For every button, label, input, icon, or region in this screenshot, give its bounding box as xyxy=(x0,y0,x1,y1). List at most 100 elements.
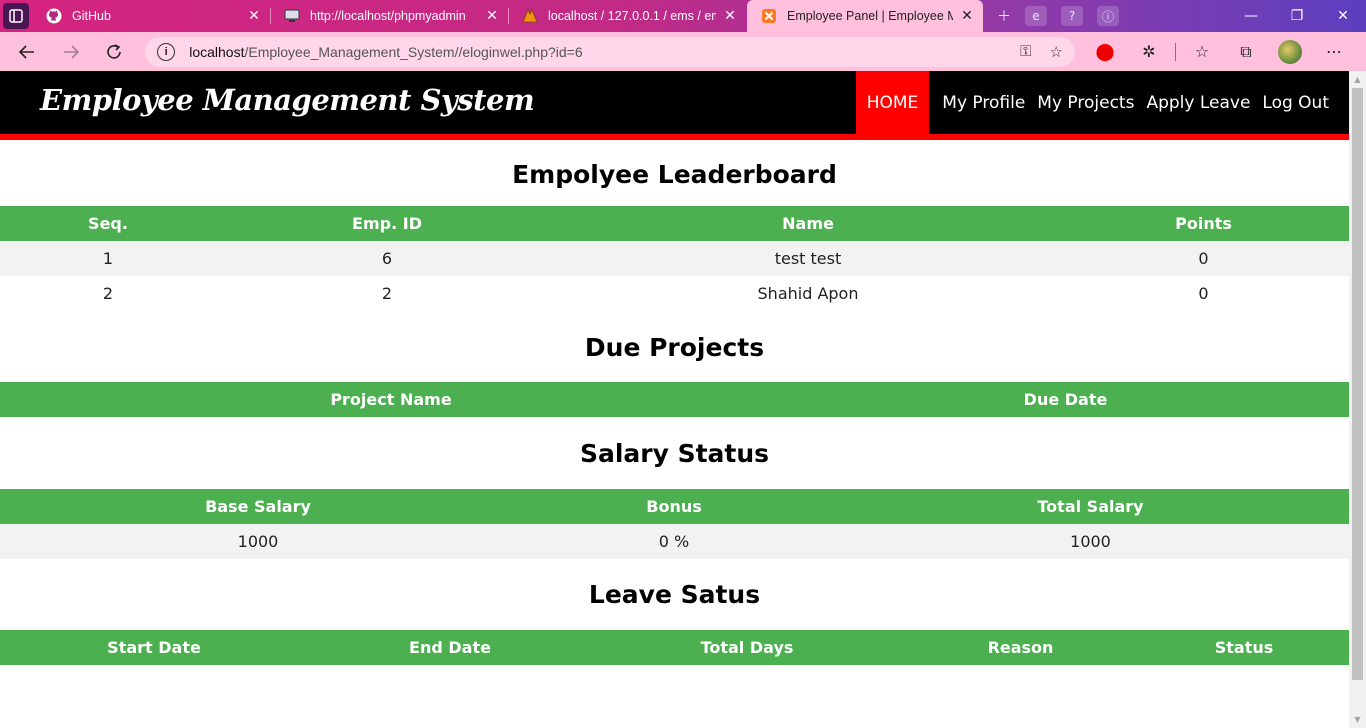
tab-extras: ＋ e ? ⓘ xyxy=(983,0,1119,32)
table-header-row: Base Salary Bonus Total Salary xyxy=(0,489,1349,524)
help-icon[interactable]: ? xyxy=(1061,6,1083,26)
browser-toolbar: i localhost/Employee_Management_System//… xyxy=(0,32,1366,71)
table-header-row: Seq. Emp. ID Name Points xyxy=(0,206,1349,241)
column-header: Project Name xyxy=(0,382,782,417)
leave-table: Start Date End Date Total Days Reason St… xyxy=(0,630,1349,665)
table-header-row: Start Date End Date Total Days Reason St… xyxy=(0,630,1349,665)
phpmyadmin-icon xyxy=(522,8,538,24)
table-cell: test test xyxy=(558,241,1058,276)
due-projects-table: Project Name Due Date xyxy=(0,382,1349,417)
address-bar[interactable]: i localhost/Employee_Management_System//… xyxy=(145,36,1075,67)
table-row: 2 2 Shahid Apon 0 xyxy=(0,276,1349,311)
table-cell: Shahid Apon xyxy=(757,284,859,303)
page-viewport: Employee Management System HOME My Profi… xyxy=(0,71,1366,728)
close-icon[interactable]: ✕ xyxy=(722,8,738,24)
favorites-icon[interactable]: ☆ xyxy=(1180,36,1224,68)
column-header: Start Date xyxy=(0,630,308,665)
salary-table: Base Salary Bonus Total Salary 1000 0 % … xyxy=(0,489,1349,559)
nav-apply-leave[interactable]: Apply Leave xyxy=(1140,71,1256,134)
url-host: localhost xyxy=(189,43,245,60)
url-path: /Employee_Management_System//eloginwel.p… xyxy=(244,43,583,60)
scroll-down-icon[interactable]: ▼ xyxy=(1349,711,1366,728)
tab-phpmyadmin-db[interactable]: localhost / 127.0.0.1 / ems / emp ✕ xyxy=(508,0,746,32)
xampp-icon xyxy=(761,8,777,24)
leave-status-title: Leave Satus xyxy=(588,580,761,609)
nav-my-projects[interactable]: My Projects xyxy=(1031,71,1140,134)
close-icon[interactable]: ✕ xyxy=(246,8,262,24)
column-header: Reason xyxy=(902,630,1139,665)
column-header: Due Date xyxy=(782,382,1349,417)
toolbar-icons: ⬤ ✲ ☆ ⧉ ⋯ xyxy=(1083,36,1356,68)
leaderboard-title: Empolyee Leaderboard xyxy=(512,160,837,189)
table-cell: 1 xyxy=(0,241,216,276)
header-divider xyxy=(0,134,1349,140)
tab-github[interactable]: GitHub ✕ xyxy=(32,0,270,32)
table-cell: 0 xyxy=(1198,284,1209,303)
column-header: End Date xyxy=(308,630,592,665)
table-cell: 0 % xyxy=(516,524,832,559)
site-brand: Employee Management System xyxy=(40,83,535,117)
page-content: Employee Management System HOME My Profi… xyxy=(0,71,1349,665)
close-icon[interactable]: ✕ xyxy=(959,8,975,24)
tab-title: localhost / 127.0.0.1 / ems / emp xyxy=(548,9,716,23)
browser-tab-strip: GitHub ✕ http://localhost/phpmyadmin ✕ l… xyxy=(0,0,1366,32)
table-header-row: Project Name Due Date xyxy=(0,382,1349,417)
tab-title: Employee Panel | Employee Ma xyxy=(787,9,953,23)
nav-my-profile[interactable]: My Profile xyxy=(936,71,1031,134)
forward-arrow-icon[interactable] xyxy=(54,36,88,68)
site-info-icon[interactable]: i xyxy=(157,42,176,61)
tab-title: http://localhost/phpmyadmin xyxy=(310,9,466,23)
site-header: Employee Management System HOME My Profi… xyxy=(0,71,1349,134)
column-header: Emp. ID xyxy=(216,206,558,241)
column-header: Name xyxy=(558,206,1058,241)
tab-actions-button[interactable] xyxy=(0,0,32,32)
table-cell: 6 xyxy=(216,241,558,276)
table-row: 1000 0 % 1000 xyxy=(0,524,1349,559)
table-cell: 1000 xyxy=(0,524,516,559)
table-row: 1 6 test test 0 xyxy=(0,241,1349,276)
column-header: Total Salary xyxy=(832,489,1349,524)
table-cell: 0 xyxy=(1058,241,1349,276)
collections-icon[interactable]: ⧉ xyxy=(1224,36,1268,68)
column-header: Points xyxy=(1058,206,1349,241)
add-favorite-icon[interactable]: ☆ xyxy=(1050,43,1063,61)
minimize-icon[interactable]: — xyxy=(1228,0,1274,32)
table-cell: 2 xyxy=(102,284,114,303)
adblock-icon[interactable]: ⬤ xyxy=(1083,36,1127,68)
sidebar-toggle-icon xyxy=(3,3,29,29)
nav-log-out[interactable]: Log Out xyxy=(1256,71,1335,134)
table-cell: 2 xyxy=(381,284,393,303)
vertical-scrollbar[interactable]: ▲ ▼ xyxy=(1349,71,1366,728)
column-header: Base Salary xyxy=(0,489,516,524)
tab-title: GitHub xyxy=(72,9,111,23)
restore-icon[interactable]: ❐ xyxy=(1274,0,1320,32)
ie-mode-icon[interactable]: e xyxy=(1025,6,1047,26)
back-arrow-icon[interactable] xyxy=(10,36,44,68)
profile-avatar[interactable] xyxy=(1268,36,1312,68)
window-controls: — ❐ ✕ xyxy=(1228,0,1366,32)
tab-employee-panel[interactable]: Employee Panel | Employee Ma ✕ xyxy=(747,0,983,32)
scroll-up-icon[interactable]: ▲ xyxy=(1349,71,1366,88)
site-nav: HOME My Profile My Projects Apply Leave … xyxy=(855,71,1335,134)
new-tab-icon[interactable]: ＋ xyxy=(997,6,1011,26)
column-header: Bonus xyxy=(516,489,832,524)
column-header: Total Days xyxy=(592,630,902,665)
column-header: Status xyxy=(1139,630,1349,665)
extensions-icon[interactable]: ✲ xyxy=(1127,36,1171,68)
key-icon[interactable]: ⚿ xyxy=(1020,43,1031,60)
info-icon[interactable]: ⓘ xyxy=(1097,6,1119,26)
close-icon[interactable]: ✕ xyxy=(484,8,500,24)
table-cell: 1000 xyxy=(832,524,1349,559)
leaderboard-table: Seq. Emp. ID Name Points 1 6 test test 0… xyxy=(0,206,1349,311)
column-header: Seq. xyxy=(0,206,216,241)
tab-phpmyadmin[interactable]: http://localhost/phpmyadmin ✕ xyxy=(270,0,508,32)
refresh-icon[interactable] xyxy=(97,36,131,68)
nav-home[interactable]: HOME xyxy=(855,71,930,134)
due-projects-title: Due Projects xyxy=(584,333,765,362)
close-window-icon[interactable]: ✕ xyxy=(1320,0,1366,32)
scrollbar-thumb[interactable] xyxy=(1352,88,1363,680)
github-icon xyxy=(46,8,62,24)
monitor-icon xyxy=(284,8,300,24)
more-menu-icon[interactable]: ⋯ xyxy=(1312,36,1356,68)
salary-status-title: Salary Status xyxy=(579,439,770,468)
